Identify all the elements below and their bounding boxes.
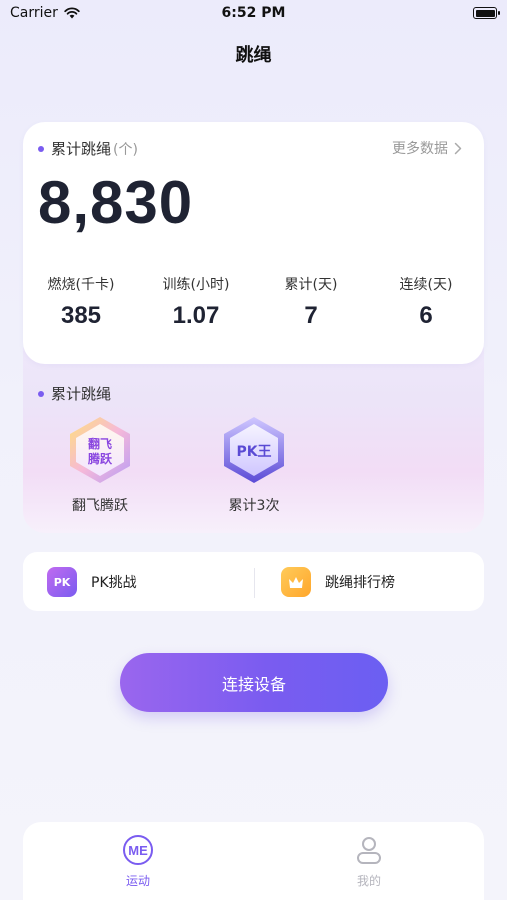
- fanfei-badge-icon: 翻飞 腾跃: [70, 417, 130, 483]
- tab-label: 运动: [125, 874, 150, 888]
- metric-label: 训练(小时): [162, 277, 230, 293]
- stats-header: 累计跳绳 (个): [38, 138, 138, 159]
- ranking-button[interactable]: 跳绳排行榜: [281, 567, 395, 597]
- pk-challenge-button[interactable]: PK PK挑战: [47, 567, 137, 597]
- bullet-dot-icon: [38, 390, 44, 397]
- status-bar: Carrier 6:52 PM: [0, 0, 507, 28]
- page-title: 跳绳: [235, 45, 272, 66]
- metric-value: 385: [60, 302, 102, 329]
- badges-header: 累计跳绳: [38, 383, 111, 404]
- tab-mine[interactable]: 我的: [329, 834, 409, 889]
- badge-item-pk-king[interactable]: PK王 累计3次: [204, 415, 304, 515]
- me-logo-icon: ME: [123, 835, 153, 865]
- pk-king-badge-icon: PK王: [224, 417, 284, 483]
- action-divider: [254, 568, 255, 598]
- status-time: 6:52 PM: [221, 5, 286, 21]
- badge-icon-text: 腾跃: [87, 451, 113, 466]
- pk-challenge-label: PK挑战: [91, 575, 137, 591]
- connect-device-button[interactable]: 连接设备: [120, 653, 388, 712]
- ranking-label: 跳绳排行榜: [325, 575, 395, 591]
- metric-value: 6: [419, 302, 433, 329]
- pk-icon-text: PK: [53, 575, 71, 589]
- metric-value: 1.07: [172, 302, 220, 329]
- more-data-link[interactable]: 更多数据: [392, 138, 462, 158]
- badge-label: 累计3次: [228, 498, 280, 514]
- badge-icon-text: PK王: [236, 444, 271, 460]
- stats-title: 累计跳绳: [51, 140, 112, 158]
- more-data-label: 更多数据: [392, 141, 448, 157]
- tab-label: 我的: [356, 874, 381, 888]
- tab-sport[interactable]: ME 运动: [98, 834, 178, 889]
- tab-bar: ME 运动 我的: [23, 822, 484, 900]
- metric-streak-days: 连续(天) 6: [371, 274, 481, 330]
- badge-label: 翻飞腾跃: [72, 498, 128, 514]
- bullet-dot-icon: [38, 145, 44, 152]
- badge-icon-text: 翻飞: [88, 436, 112, 451]
- metric-label: 累计(天): [284, 277, 338, 293]
- metric-total-days: 累计(天) 7: [256, 274, 366, 330]
- total-jumps-value: 8,830: [38, 169, 194, 236]
- chevron-right-icon: [454, 142, 462, 154]
- svg-text:ME: ME: [128, 843, 148, 858]
- metric-label: 燃烧(千卡): [47, 277, 115, 293]
- metric-training-hours: 训练(小时) 1.07: [141, 274, 251, 330]
- metric-value: 7: [304, 302, 318, 329]
- stats-card: 累计跳绳 (个) 更多数据 8,830 燃烧(千卡) 385 训练(小时) 1.…: [23, 122, 484, 364]
- pk-icon: PK: [47, 567, 77, 597]
- metric-calories: 燃烧(千卡) 385: [26, 274, 136, 330]
- badge-item-fanfei[interactable]: 翻飞 腾跃 翻飞腾跃: [50, 415, 150, 515]
- battery-icon: [473, 7, 500, 19]
- stats-unit: (个): [113, 141, 138, 158]
- person-icon: [357, 837, 381, 864]
- crown-icon: [281, 567, 311, 597]
- badges-title: 累计跳绳: [51, 385, 112, 403]
- metric-label: 连续(天): [399, 277, 453, 293]
